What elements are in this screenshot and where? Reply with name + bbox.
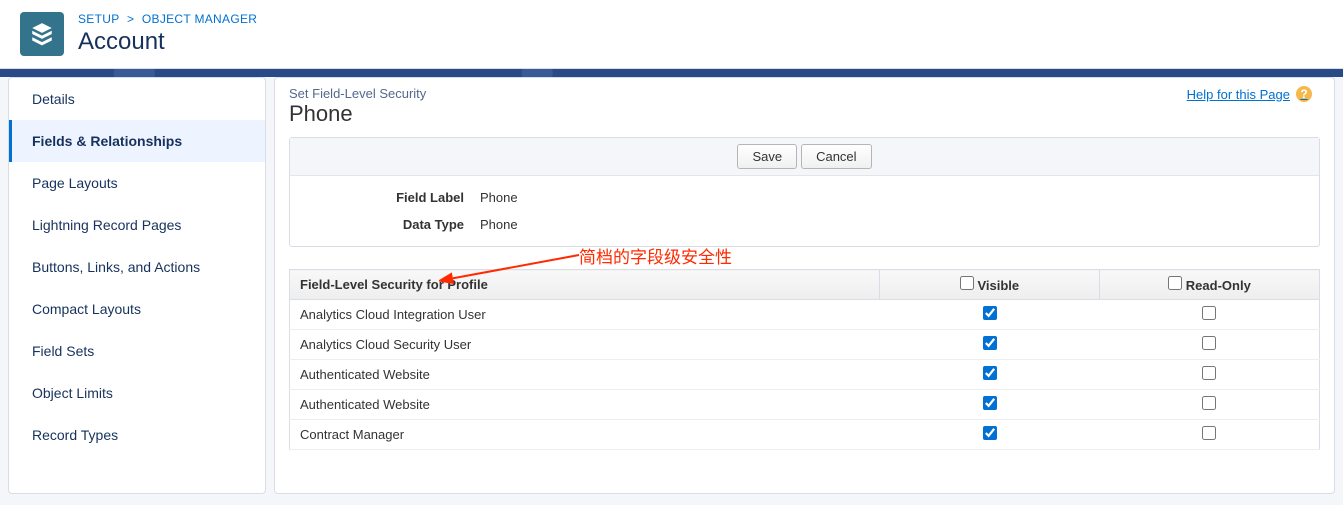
object-title: Phone (289, 101, 1320, 127)
sidebar-item-buttons[interactable]: Buttons, Links, and Actions (9, 246, 265, 288)
sidebar-item-details[interactable]: Details (9, 78, 265, 120)
breadcrumb-sep: > (127, 12, 134, 26)
readonly-checkbox[interactable] (1202, 306, 1216, 320)
field-label-value: Phone (480, 190, 518, 205)
table-row: Authenticated Website (290, 390, 1320, 420)
profile-name: Analytics Cloud Security User (290, 330, 880, 360)
profile-name: Authenticated Website (290, 360, 880, 390)
page-header: SETUP > OBJECT MANAGER Account (0, 0, 1343, 69)
sidebar-item-object-limits[interactable]: Object Limits (9, 372, 265, 414)
cancel-button[interactable]: Cancel (801, 144, 871, 169)
help-icon: ? (1296, 86, 1312, 102)
col-readonly: Read-Only (1100, 270, 1320, 300)
annotation-arrow-icon (439, 249, 599, 289)
sidebar: Details Fields & Relationships Page Layo… (8, 77, 266, 494)
help-link[interactable]: Help for this Page ? (1187, 86, 1312, 102)
subtitle: Set Field-Level Security (289, 86, 1320, 101)
table-row: Authenticated Website (290, 360, 1320, 390)
data-type-label: Data Type (290, 217, 480, 232)
readonly-checkbox[interactable] (1202, 396, 1216, 410)
sidebar-item-page-layouts[interactable]: Page Layouts (9, 162, 265, 204)
col-visible-label: Visible (977, 278, 1019, 293)
field-panel: Save Cancel Field Label Phone Data Type … (289, 137, 1320, 247)
table-row: Analytics Cloud Security User (290, 330, 1320, 360)
visible-checkbox[interactable] (983, 396, 997, 410)
visible-checkbox[interactable] (983, 366, 997, 380)
visible-checkbox[interactable] (983, 306, 997, 320)
visible-checkbox[interactable] (983, 336, 997, 350)
readonly-all-checkbox[interactable] (1168, 276, 1182, 290)
readonly-checkbox[interactable] (1202, 366, 1216, 380)
sidebar-item-lightning[interactable]: Lightning Record Pages (9, 204, 265, 246)
table-row: Analytics Cloud Integration User (290, 300, 1320, 330)
data-type-value: Phone (480, 217, 518, 232)
help-link-label: Help for this Page (1187, 87, 1290, 102)
object-manager-icon (20, 12, 64, 56)
col-readonly-label: Read-Only (1186, 278, 1251, 293)
page-title: Account (78, 28, 257, 56)
readonly-checkbox[interactable] (1202, 336, 1216, 350)
breadcrumb: SETUP > OBJECT MANAGER (78, 12, 257, 26)
col-visible: Visible (880, 270, 1100, 300)
breadcrumb-object-manager[interactable]: OBJECT MANAGER (142, 12, 257, 26)
profile-name: Analytics Cloud Integration User (290, 300, 880, 330)
sidebar-item-fields[interactable]: Fields & Relationships (9, 120, 265, 162)
profile-name: Authenticated Website (290, 390, 880, 420)
visible-checkbox[interactable] (983, 426, 997, 440)
save-button[interactable]: Save (737, 144, 797, 169)
decorative-band (0, 69, 1343, 77)
sidebar-item-field-sets[interactable]: Field Sets (9, 330, 265, 372)
profile-name: Contract Manager (290, 420, 880, 450)
readonly-checkbox[interactable] (1202, 426, 1216, 440)
table-row: Contract Manager (290, 420, 1320, 450)
button-row: Save Cancel (290, 138, 1319, 176)
visible-all-checkbox[interactable] (960, 276, 974, 290)
annotation-text: 简档的字段级安全性 (579, 243, 732, 268)
sidebar-item-record-types[interactable]: Record Types (9, 414, 265, 456)
field-label-label: Field Label (290, 190, 480, 205)
breadcrumb-setup[interactable]: SETUP (78, 12, 119, 26)
sidebar-item-compact[interactable]: Compact Layouts (9, 288, 265, 330)
fls-table: Field-Level Security for Profile Visible… (289, 269, 1320, 450)
main-content: Help for this Page ? Set Field-Level Sec… (274, 77, 1335, 494)
